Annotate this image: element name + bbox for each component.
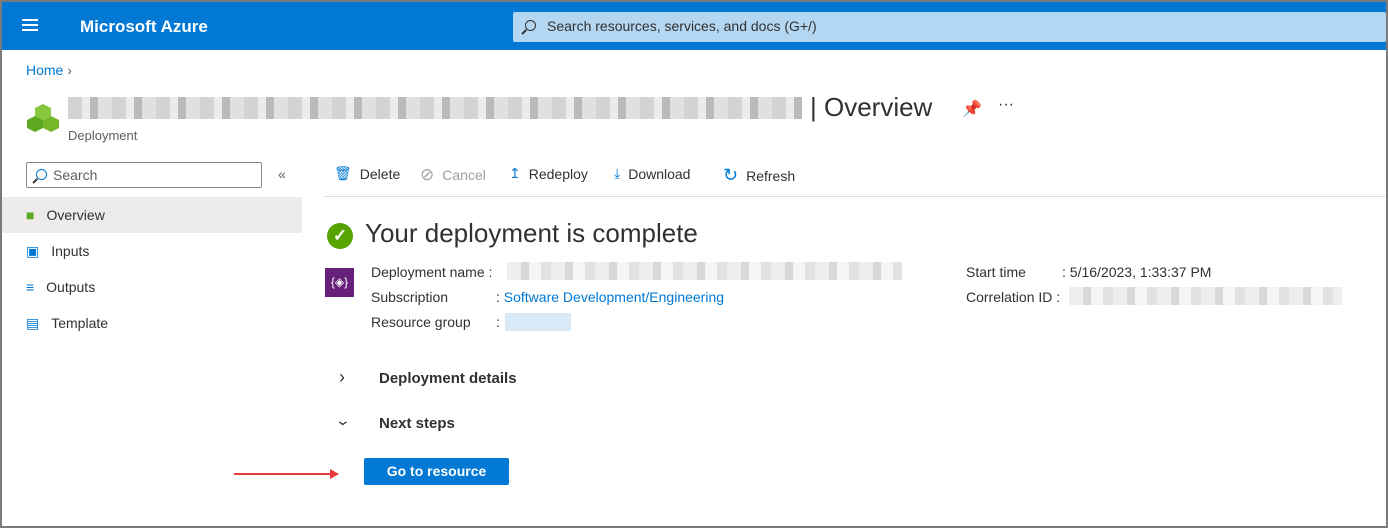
redeploy-icon: ↥ [509,165,521,181]
sidebar-item-label: Inputs [51,243,90,259]
trash-icon: 🗑 [334,165,352,181]
success-icon: ✓ [327,223,353,249]
sidebar-item-label: Overview [46,207,105,223]
menu-icon[interactable] [22,19,38,31]
cancel-icon: ⊘ [420,165,435,184]
search-placeholder: Search [53,167,98,183]
start-time-label: Start time [966,264,1026,280]
refresh-button[interactable]: ↻ Refresh [723,165,795,186]
subscription-value[interactable]: : Software Development/Engineering [496,289,724,305]
outputs-icon: ≡ [26,279,35,295]
download-icon: ⤓ [614,165,621,181]
delete-label: Delete [359,165,401,182]
page-title: | Overview [810,92,933,122]
redacted-correlation-id [1069,287,1342,305]
correlation-id-label: Correlation ID : [966,289,1061,305]
deployment-template-icon: {◈} [325,268,354,297]
redacted-resource-group[interactable] [505,313,571,331]
redacted-resource-name [68,97,802,119]
refresh-icon: ↻ [723,165,739,185]
breadcrumb: Home › [26,62,72,78]
start-time-value: : 5/16/2023, 1:33:37 PM [1062,264,1212,280]
sidebar-search-input[interactable]: Search [26,162,262,188]
overview-icon: ■ [26,207,35,223]
inputs-icon: ▣ [26,242,40,259]
annotation-arrow [234,473,334,475]
breadcrumb-home[interactable]: Home [26,62,63,78]
next-steps-toggle[interactable]: Next steps [379,415,455,432]
resource-group-label: Resource group [371,314,471,330]
chevron-down-icon[interactable]: ⌄ [335,412,351,429]
page-subtitle: Deployment [68,128,138,143]
cancel-button[interactable]: ⊘ Cancel [420,165,486,185]
search-placeholder: Search resources, services, and docs (G+… [547,18,817,34]
pin-icon[interactable]: 📌 [962,99,982,119]
chevron-right-icon[interactable]: › [339,367,345,388]
search-icon [36,169,47,180]
status-heading: Your deployment is complete [365,218,698,248]
deployment-name-label: Deployment name : [371,264,493,280]
delete-button[interactable]: 🗑 Delete [334,165,400,182]
deployment-icon [27,104,59,132]
redacted-deployment-name [507,262,902,280]
sidebar-item-template[interactable]: ▤ Template [2,305,302,341]
collapse-icon[interactable]: « [278,166,286,182]
cancel-label: Cancel [442,167,486,183]
sidebar-item-outputs[interactable]: ≡ Outputs [2,269,302,305]
search-icon [525,20,536,31]
refresh-label: Refresh [746,167,796,184]
subscription-label: Subscription [371,289,449,305]
annotation-arrowhead [330,469,339,479]
brand[interactable]: Microsoft Azure [80,17,208,37]
redeploy-button[interactable]: ↥ Redeploy [509,165,588,182]
redeploy-label: Redeploy [528,165,588,182]
more-icon[interactable]: ··· [998,96,1014,114]
global-search-input[interactable]: Search resources, services, and docs (G+… [513,12,1386,42]
deployment-details-toggle[interactable]: Deployment details [379,370,517,387]
go-to-resource-button[interactable]: Go to resource [364,458,509,485]
download-button[interactable]: ⤓ Download [614,165,690,182]
resource-group-separator: : [496,314,500,330]
sidebar-item-label: Outputs [46,279,96,295]
toolbar-divider [324,196,1386,197]
sidebar-item-inputs[interactable]: ▣ Inputs [2,233,302,269]
sidebar-item-label: Template [51,315,109,331]
template-icon: ▤ [26,314,40,331]
sidebar-item-overview[interactable]: ■ Overview [2,197,302,233]
download-label: Download [628,165,691,182]
